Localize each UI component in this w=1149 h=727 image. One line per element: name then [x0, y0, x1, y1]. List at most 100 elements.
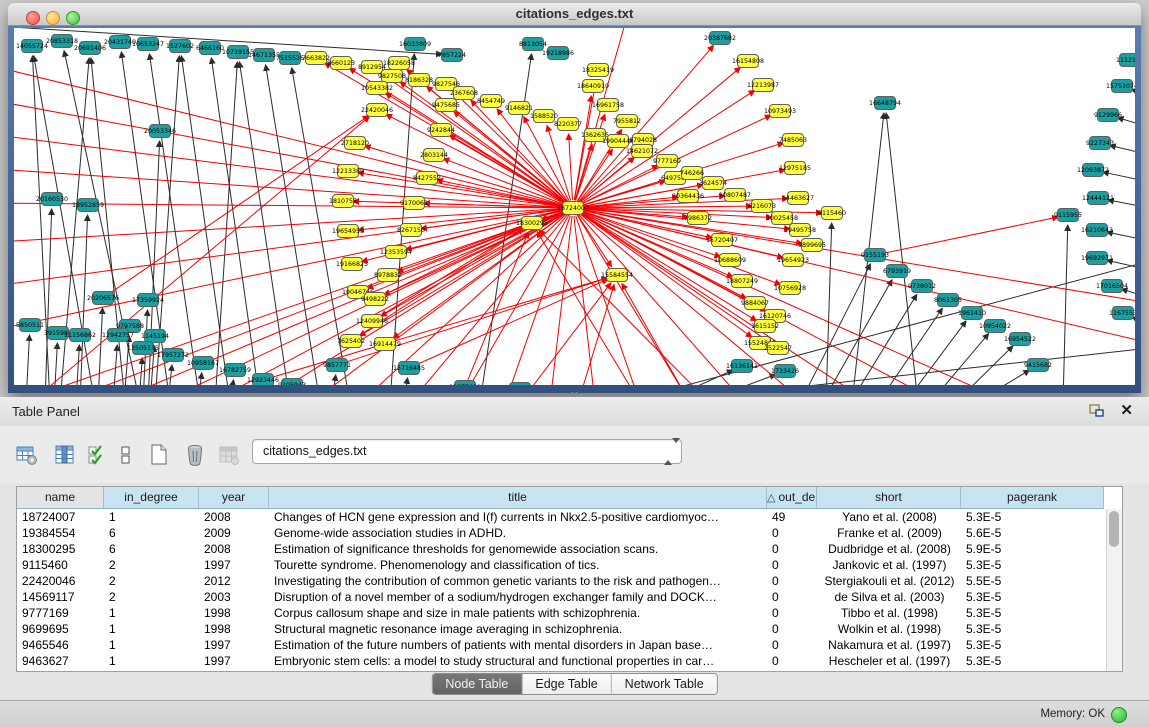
graph-node[interactable]: 1527602 [166, 40, 194, 53]
graph-node[interactable]: 19875421 [449, 381, 481, 386]
tab-network-table[interactable]: Network Table [612, 674, 717, 694]
table-row[interactable]: 969969511998Structural magnetic resonanc… [17, 621, 1106, 637]
graph-node[interactable]: 9115955 [1054, 209, 1082, 222]
graph-node[interactable]: 19495758 [784, 224, 816, 237]
graph-node[interactable]: 8061305 [934, 294, 962, 307]
graph-node[interactable]: 9884067 [741, 297, 769, 310]
scrollbar-thumb[interactable] [1109, 511, 1119, 547]
graph-node[interactable]: 16954522 [1004, 333, 1036, 346]
column-header-outde[interactable]: △out_de… [767, 487, 817, 508]
graph-node[interactable]: 18226058 [383, 57, 415, 70]
graph-node[interactable]: 16961758 [592, 99, 624, 112]
graph-node[interactable]: 8267150 [397, 224, 425, 237]
graph-node[interactable]: 1961410 [958, 307, 986, 320]
graph-node[interactable]: 9899695 [798, 239, 826, 252]
graph-node[interactable]: 8186328 [405, 74, 433, 87]
graph-node[interactable]: 7485063 [779, 134, 807, 147]
graph-node[interactable]: 9227343 [1086, 137, 1114, 150]
table-row[interactable]: 1872400712008Changes of HCN gene express… [17, 509, 1106, 525]
graph-node[interactable]: 8660123 [327, 57, 355, 70]
graph-node[interactable]: 16033809 [399, 38, 431, 51]
graph-node[interactable]: 19218986 [542, 47, 574, 60]
graph-node[interactable]: 22420046 [361, 104, 393, 117]
network-graph-canvas[interactable]: 1405572420853318206914062043174010653247… [14, 28, 1135, 385]
graph-node[interactable]: 2718120 [341, 137, 369, 150]
graph-node[interactable]: 1112136 [1116, 54, 1135, 67]
tab-edge-table[interactable]: Edge Table [522, 674, 611, 694]
graph-node[interactable]: 19166825 [336, 258, 368, 271]
graph-node[interactable]: 6216073 [748, 200, 776, 213]
graph-node[interactable]: 16210643 [1081, 224, 1113, 237]
graph-node[interactable]: 9115460 [818, 207, 846, 220]
graph-node[interactable]: 17016504 [1096, 280, 1128, 293]
close-panel-icon[interactable]: ✕ [1120, 401, 1133, 419]
graph-node[interactable]: 2522547 [764, 342, 792, 355]
table-row[interactable]: 1830029562008Estimation of significance … [17, 541, 1106, 557]
graph-node[interactable]: 9498222 [361, 293, 389, 306]
table-row[interactable]: 946554611997Estimation of the future num… [17, 637, 1106, 653]
row-height-icon[interactable] [113, 442, 139, 468]
citation-network-graph[interactable]: 1405572420853318206914062043174010653247… [14, 28, 1135, 385]
graph-node[interactable]: 17957272 [157, 349, 189, 362]
graph-node[interactable]: 16782759 [219, 364, 251, 377]
graph-node[interactable]: 10025458 [766, 212, 798, 225]
graph-node[interactable]: 18325419 [582, 64, 614, 77]
table-body[interactable]: 1872400712008Changes of HCN gene express… [17, 509, 1106, 671]
column-header-pagerank[interactable]: pagerank [961, 487, 1104, 508]
tab-node-table[interactable]: Node Table [432, 674, 522, 694]
graph-node[interactable]: 20387682 [704, 32, 736, 45]
graph-node[interactable]: 9242844 [427, 124, 455, 137]
graph-node[interactable]: 18640910 [577, 80, 609, 93]
graph-node[interactable]: 746266 [680, 167, 704, 180]
graph-node[interactable]: 19692971 [1081, 252, 1113, 265]
table-row[interactable]: 977716911998Corpus callosum shape and si… [17, 605, 1106, 621]
graph-node[interactable]: 9827508 [378, 70, 406, 83]
graph-node[interactable]: 9170061 [400, 197, 428, 210]
float-panel-icon[interactable] [1089, 404, 1105, 418]
graph-node[interactable]: 9155193 [861, 249, 889, 262]
graph-node[interactable]: 7625402 [337, 335, 365, 348]
graph-node[interactable]: 12409946 [356, 315, 388, 328]
graph-node[interactable]: 12093872 [1077, 164, 1109, 177]
table-row[interactable]: 2242004622012Investigating the contribut… [17, 573, 1106, 589]
memory-ok-led-icon[interactable] [1111, 707, 1127, 723]
graph-node[interactable]: 12213389 [332, 165, 364, 178]
graph-node[interactable]: 6466160 [196, 42, 224, 55]
graph-node[interactable]: 10653247 [132, 38, 164, 51]
window-titlebar[interactable]: citations_edges.txt [8, 3, 1141, 26]
graph-node[interactable]: 19654923 [777, 254, 809, 267]
graph-node[interactable]: 9146821 [505, 102, 533, 115]
graph-node[interactable]: 9129966 [1094, 109, 1122, 122]
column-header-short[interactable]: short [817, 487, 961, 508]
graph-node[interactable]: 15751074 [1106, 80, 1135, 93]
graph-node[interactable]: 7515526 [276, 52, 304, 65]
graph-node[interactable]: 20053346 [144, 125, 176, 138]
graph-node[interactable]: 9738012 [908, 280, 936, 293]
table-mode-icon[interactable] [14, 442, 40, 468]
graph-node[interactable]: 10807487 [719, 189, 751, 202]
column-visibility-icon[interactable] [52, 442, 78, 468]
graph-node[interactable]: 19654955 [332, 225, 364, 238]
graph-node[interactable]: 15720407 [706, 234, 738, 247]
graph-node[interactable]: 7857224 [438, 49, 466, 62]
graph-node[interactable]: 10973493 [764, 105, 796, 118]
table-row[interactable]: 1938455462009Genome-wide association stu… [17, 525, 1106, 541]
graph-node[interactable]: 8220377 [554, 118, 582, 131]
column-header-indegree[interactable]: in_degree [104, 487, 199, 508]
graph-node[interactable]: 12975185 [779, 162, 811, 175]
graph-node[interactable]: 9475685 [432, 99, 460, 112]
column-header-name[interactable]: name [17, 487, 104, 508]
graph-node[interactable]: 6793919 [883, 265, 911, 278]
table-row[interactable]: 1456911722003Disruption of a novel membe… [17, 589, 1106, 605]
new-column-icon[interactable] [146, 442, 172, 468]
graph-node[interactable]: 16648794 [869, 97, 901, 110]
graph-node[interactable]: 7955812 [613, 115, 641, 128]
graph-node[interactable]: 8427552 [413, 172, 441, 185]
vertical-scrollbar[interactable] [1106, 509, 1122, 671]
graph-node[interactable]: 1145194 [141, 330, 169, 343]
table-header-row[interactable]: namein_degreeyeartitle△out_de…shortpager… [17, 487, 1104, 509]
graph-node[interactable]: 14055724 [16, 40, 48, 53]
graph-node[interactable]: 8813054 [519, 38, 547, 51]
graph-node[interactable]: 3624574 [699, 177, 727, 190]
graph-node[interactable]: 9777169 [653, 155, 681, 168]
